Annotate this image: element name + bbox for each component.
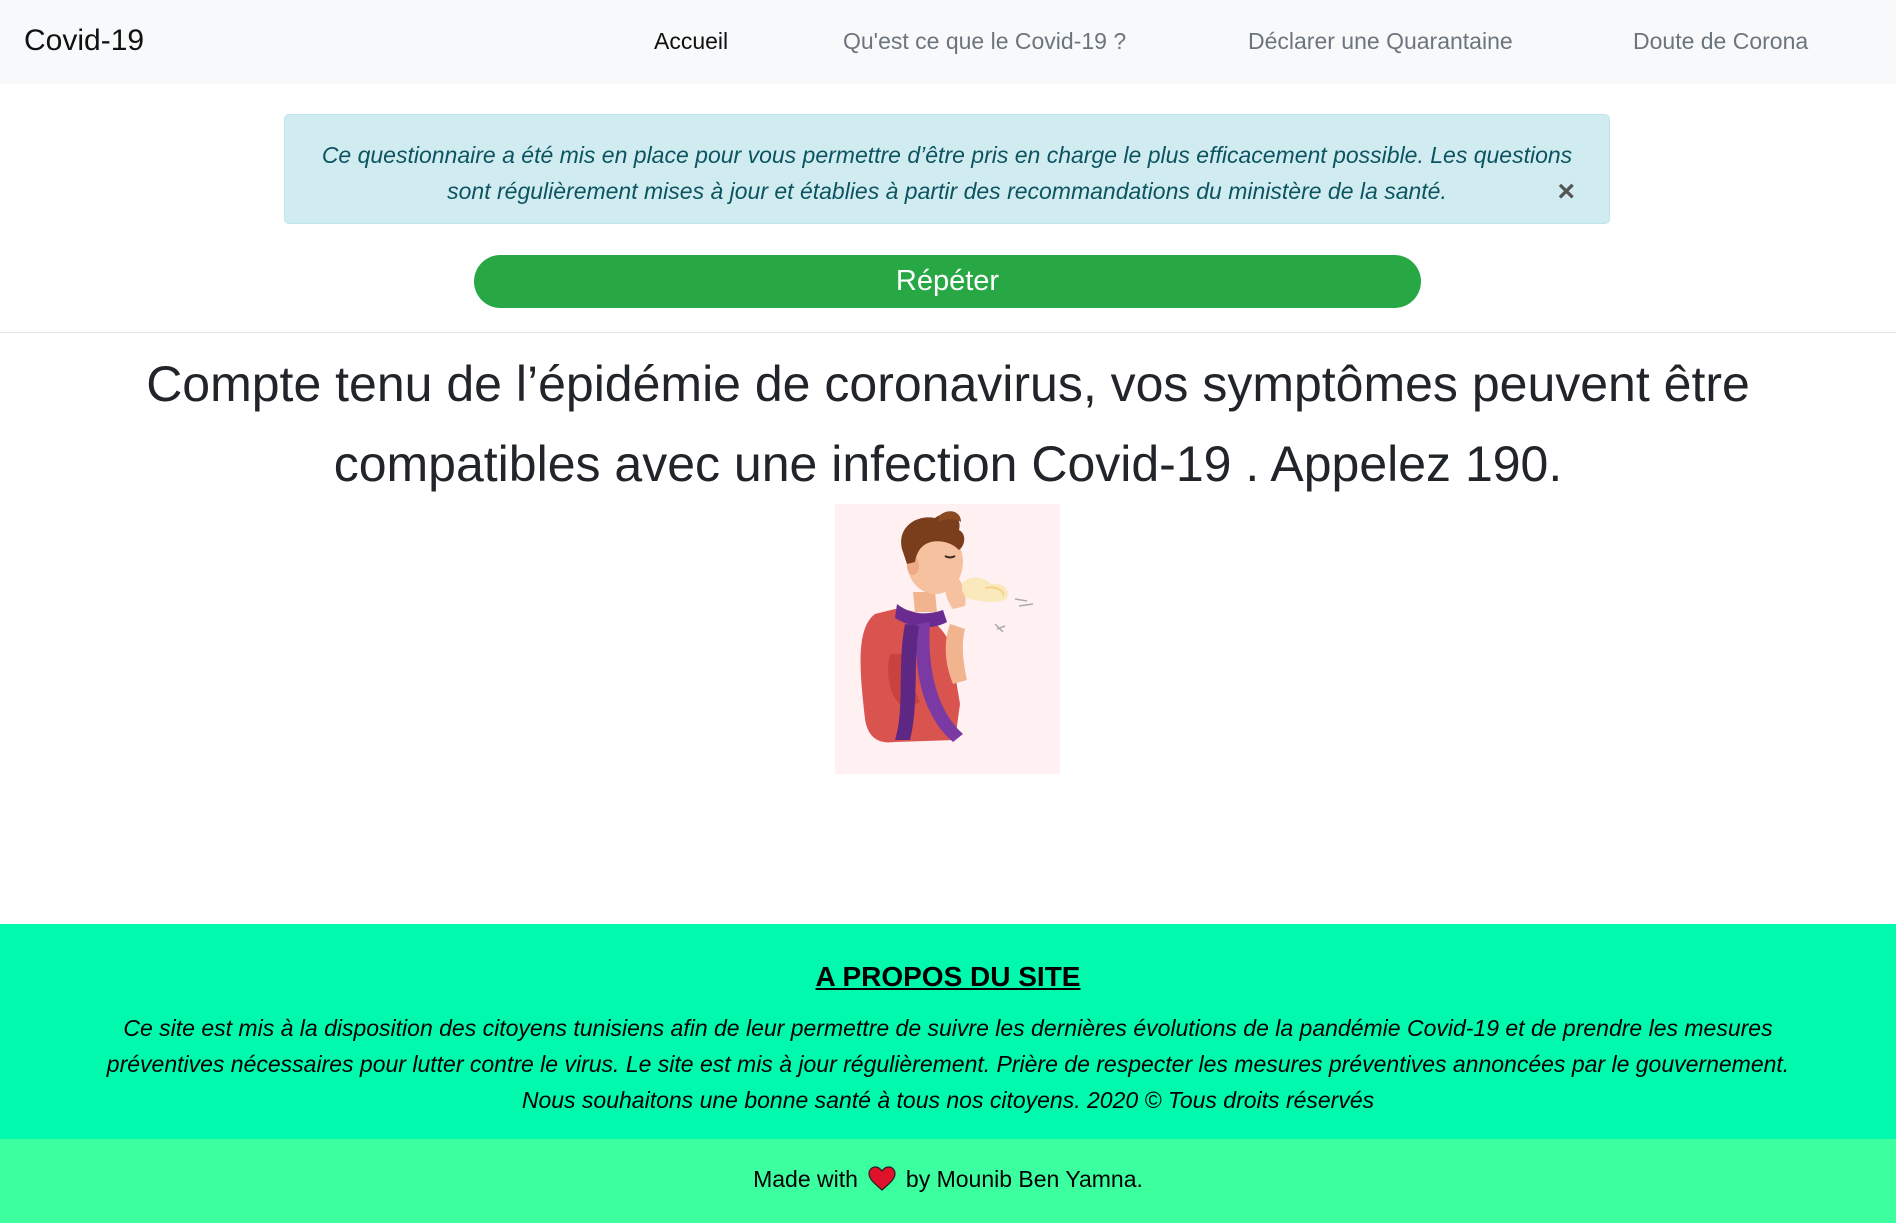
brand-link[interactable]: Covid-19 [24,24,144,58]
navbar: Covid-19 Accueil Qu'est ce que le Covid-… [0,0,1896,84]
alert-text: Ce questionnaire a été mis en place pour… [321,142,1573,204]
nav-link-declare-quarantine[interactable]: Déclarer une Quarantaine [1248,28,1513,55]
nav-link-doubt-corona[interactable]: Doute de Corona [1633,28,1808,55]
info-alert: Ce questionnaire a été mis en place pour… [284,114,1610,224]
footer-about-text: Ce site est mis à la disposition des cit… [106,1015,1790,1113]
heart-icon [868,1166,896,1192]
repeat-button[interactable]: Répéter [474,255,1421,308]
footer-about-title: A PROPOS DU SITE [815,961,1081,992]
close-icon[interactable]: × [1557,177,1575,207]
coughing-person-illustration [835,504,1060,774]
footer-credits: Made with by Mounib Ben Yamna. [0,1139,1896,1223]
footer-about: A PROPOS DU SITE Ce site est mis à la di… [0,924,1896,1139]
result-message: Compte tenu de l’épidémie de coronavirus… [146,356,1750,492]
divider [0,332,1896,333]
author-label: by Mounib Ben Yamna. [905,1165,1143,1192]
nav-link-what-is-covid[interactable]: Qu'est ce que le Covid-19 ? [843,28,1126,55]
made-with-label: Made with [753,1165,858,1192]
nav-link-accueil[interactable]: Accueil [654,28,728,55]
